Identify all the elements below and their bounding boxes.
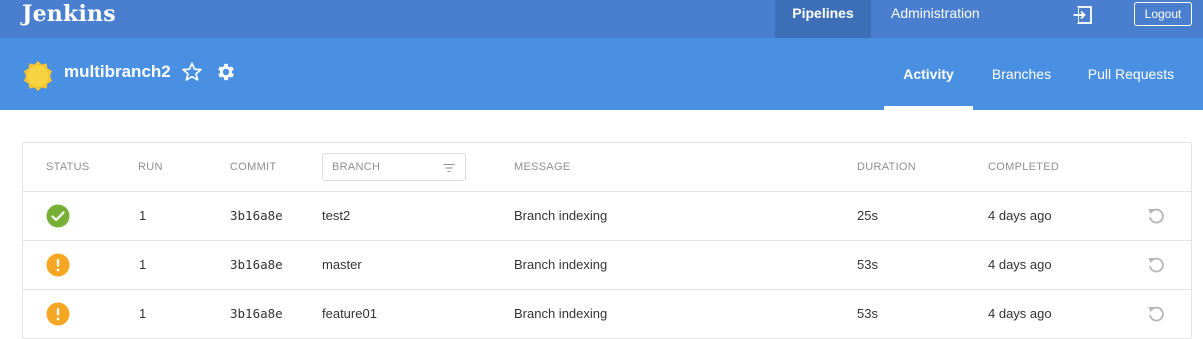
tab-branches[interactable]: Branches [982,38,1061,110]
top-navbar: Jenkins Pipelines Administration Logout [0,0,1203,38]
table-row[interactable]: 1 3b16a8e test2 Branch indexing 25s 4 da… [23,192,1191,241]
branch-filter-input[interactable]: BRANCH [322,153,466,181]
branch-name[interactable]: master [322,257,362,272]
settings-gear-icon[interactable] [215,61,237,83]
header-commit: COMMIT [230,161,277,173]
header-duration: DURATION [857,161,917,173]
logout-button[interactable]: Logout [1134,2,1192,26]
nav-pipelines[interactable]: Pipelines [775,0,871,38]
header-branch: BRANCH [332,161,381,173]
table-row[interactable]: 1 3b16a8e master Branch indexing 53s 4 d… [23,241,1191,290]
header-completed: COMPLETED [988,161,1060,173]
unstable-warning-icon [46,253,70,277]
commit-hash[interactable]: 3b16a8e [230,257,283,272]
run-duration: 53s [857,306,878,321]
table-header: STATUS RUN COMMIT BRANCH MESSAGE DURATIO… [23,143,1191,192]
run-message: Branch indexing [514,306,608,321]
run-completed: 4 days ago [988,208,1052,223]
unstable-warning-icon [46,302,70,326]
commit-hash[interactable]: 3b16a8e [230,208,283,223]
branch-name[interactable]: test2 [322,208,350,223]
replay-icon[interactable] [1146,304,1166,324]
sunny-weather-icon [24,61,52,91]
commit-hash[interactable]: 3b16a8e [230,306,283,321]
table-row[interactable]: 1 3b16a8e feature01 Branch indexing 53s … [23,290,1191,339]
filter-icon[interactable] [443,162,455,174]
run-completed: 4 days ago [988,257,1052,272]
tab-activity[interactable]: Activity [884,38,973,110]
run-duration: 53s [857,257,878,272]
success-check-icon [46,204,70,228]
project-header: multibranch2 Activity Branches Pull Requ… [0,38,1203,110]
replay-icon[interactable] [1146,255,1166,275]
run-message: Branch indexing [514,208,608,223]
header-message: MESSAGE [514,161,571,173]
run-message: Branch indexing [514,257,608,272]
replay-icon[interactable] [1146,206,1166,226]
logout-icon[interactable] [1073,5,1093,25]
branch-name[interactable]: feature01 [322,306,377,321]
nav-administration[interactable]: Administration [871,0,1000,38]
jenkins-logo[interactable]: Jenkins [22,0,116,28]
activity-table: STATUS RUN COMMIT BRANCH MESSAGE DURATIO… [22,142,1192,339]
header-status: STATUS [46,161,90,173]
run-number[interactable]: 1 [139,306,146,321]
tab-pull-requests[interactable]: Pull Requests [1078,38,1184,110]
run-number[interactable]: 1 [139,208,146,223]
run-completed: 4 days ago [988,306,1052,321]
run-number[interactable]: 1 [139,257,146,272]
project-title: multibranch2 [64,62,171,81]
header-run: RUN [138,161,163,173]
run-duration: 25s [857,208,878,223]
favorite-star-icon[interactable] [181,61,203,83]
